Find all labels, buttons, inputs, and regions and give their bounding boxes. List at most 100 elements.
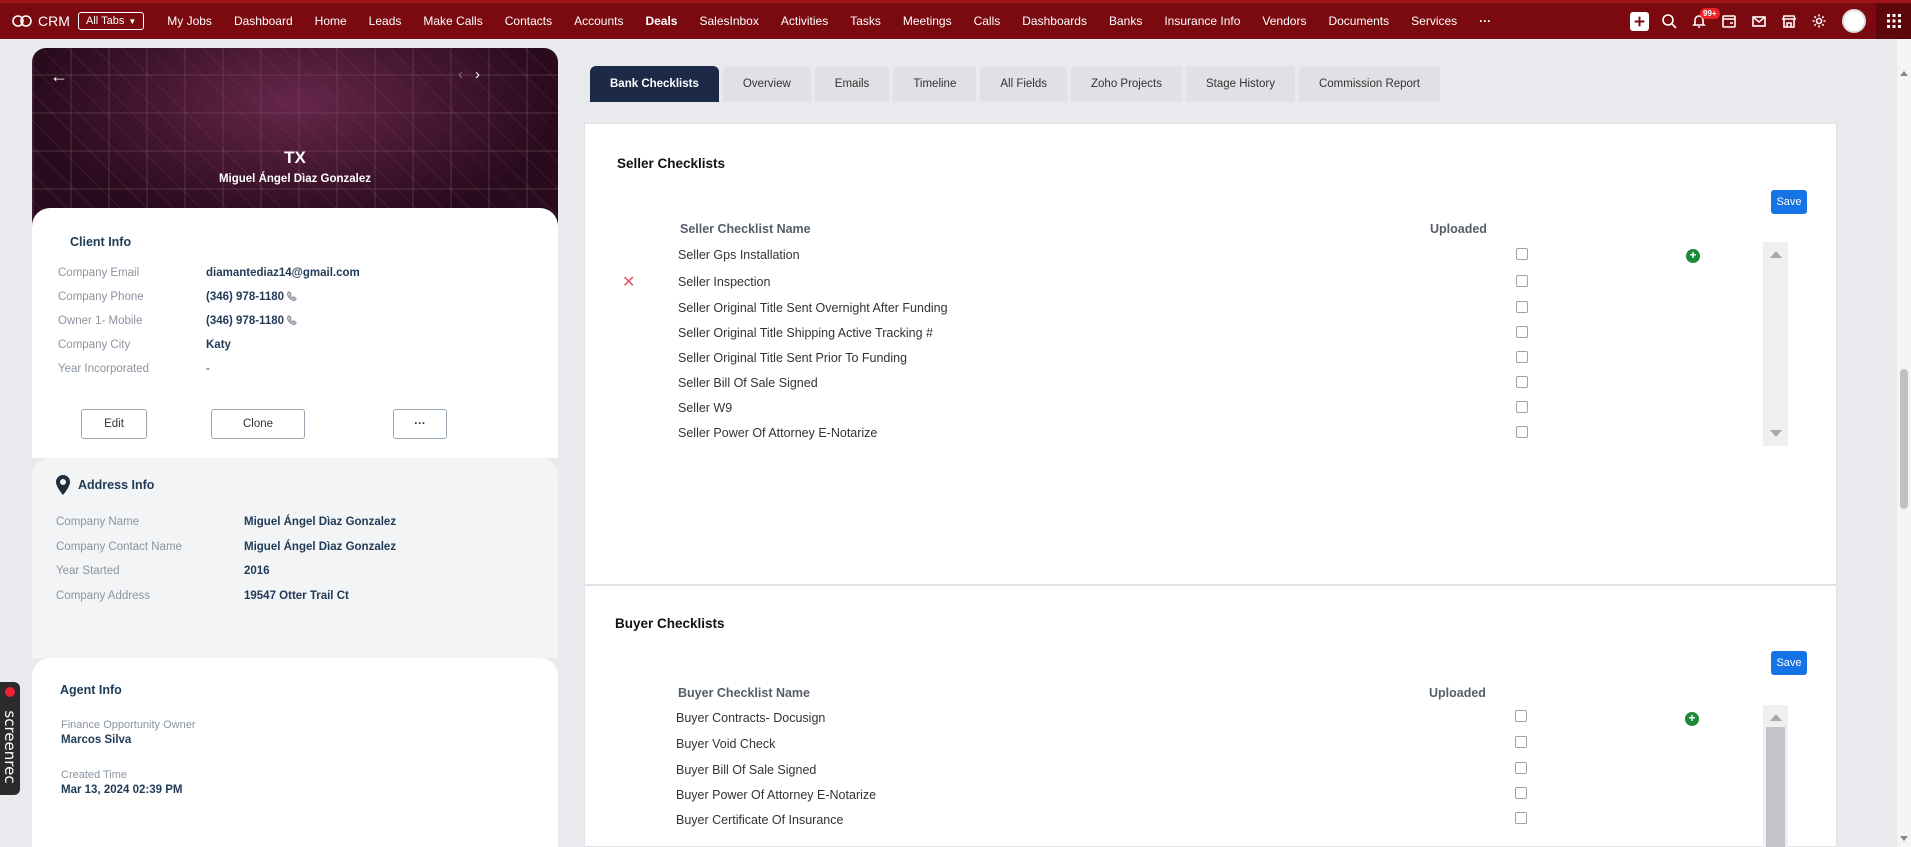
add-row-icon[interactable]: +: [1686, 249, 1700, 263]
crm-logo-icon: [12, 15, 32, 27]
nav-documents[interactable]: Documents: [1317, 3, 1400, 39]
avatar[interactable]: [1842, 9, 1866, 33]
seller-item-uploaded-checkbox[interactable]: [1516, 426, 1528, 438]
nav-salesinbox[interactable]: SalesInbox: [688, 3, 769, 39]
phone-icon[interactable]: [286, 291, 298, 302]
arrow-left-icon[interactable]: ←: [50, 66, 68, 87]
field-label: Company City: [58, 339, 131, 351]
company-email-value[interactable]: diamantediaz14@gmail.com: [206, 267, 360, 279]
nav-contacts[interactable]: Contacts: [494, 3, 563, 39]
chevron-left-icon[interactable]: ‹: [458, 66, 463, 83]
nav-services[interactable]: Services: [1400, 3, 1468, 39]
seller-item-label: Seller Gps Installation: [678, 248, 800, 262]
marketplace-button[interactable]: [1774, 3, 1804, 39]
owner-mobile-value[interactable]: (346) 978-1180: [206, 315, 284, 327]
record-details-panel: ← ‹ › TX Miguel Ángel Dìaz Gonzalez Clie…: [32, 48, 558, 847]
notifications-button[interactable]: 99+: [1684, 3, 1720, 39]
nav-tasks[interactable]: Tasks: [839, 3, 892, 39]
tab-emails[interactable]: Emails: [814, 66, 890, 102]
record-title: TX: [284, 148, 306, 167]
nav-activities[interactable]: Activities: [770, 3, 839, 39]
nav-home[interactable]: Home: [304, 3, 358, 39]
scroll-up-icon[interactable]: [1770, 714, 1782, 721]
mail-button[interactable]: [1744, 3, 1774, 39]
tab-zoho-projects[interactable]: Zoho Projects: [1071, 66, 1182, 102]
tab-commission-report[interactable]: Commission Report: [1298, 66, 1440, 102]
record-navigation: ‹ ›: [458, 66, 480, 83]
seller-item-label: Seller Original Title Sent Prior To Fund…: [678, 351, 908, 365]
nav-leads[interactable]: Leads: [358, 3, 413, 39]
more-actions-button[interactable]: ···: [393, 409, 447, 439]
chevron-right-icon[interactable]: ›: [475, 66, 480, 83]
scroll-down-icon[interactable]: [1900, 836, 1908, 841]
buyer-name-column-header: Buyer Checklist Name: [678, 686, 811, 700]
nav-make-calls[interactable]: Make Calls: [412, 3, 493, 39]
created-time-value: Mar 13, 2024 02:39 PM: [61, 784, 183, 796]
opportunity-owner-value: Marcos Silva: [61, 734, 132, 746]
buyer-item-uploaded-checkbox[interactable]: [1515, 736, 1527, 748]
field-label: Company Contact Name: [56, 541, 182, 553]
field-label: Created Time: [61, 769, 128, 781]
nav-dashboard[interactable]: Dashboard: [223, 3, 304, 39]
module-links: My Jobs Dashboard Home Leads Make Calls …: [156, 3, 1502, 39]
page-scrollbar[interactable]: [1897, 39, 1911, 847]
tab-all-fields[interactable]: All Fields: [980, 66, 1067, 102]
nav-deals[interactable]: Deals: [634, 3, 688, 39]
buyer-list-scrollbar[interactable]: [1763, 705, 1788, 847]
seller-item-uploaded-checkbox[interactable]: [1516, 351, 1528, 363]
tab-timeline[interactable]: Timeline: [893, 66, 977, 102]
seller-item-uploaded-checkbox[interactable]: [1516, 248, 1528, 260]
scroll-up-icon[interactable]: [1900, 71, 1908, 76]
screenrec-widget[interactable]: screenrec: [0, 682, 20, 795]
buyer-save-button[interactable]: Save: [1771, 651, 1807, 675]
company-name-value: Miguel Ángel Dìaz Gonzalez: [244, 516, 397, 528]
nav-accounts[interactable]: Accounts: [563, 3, 634, 39]
buyer-item-uploaded-checkbox[interactable]: [1515, 762, 1527, 774]
nav-dashboards[interactable]: Dashboards: [1011, 3, 1098, 39]
settings-button[interactable]: [1804, 3, 1834, 39]
scroll-down-icon[interactable]: [1770, 430, 1782, 437]
clone-button[interactable]: Clone: [211, 409, 305, 439]
seller-item-uploaded-checkbox[interactable]: [1516, 376, 1528, 388]
seller-list-scrollbar[interactable]: [1763, 242, 1788, 446]
phone-icon[interactable]: [286, 315, 298, 326]
search-button[interactable]: [1654, 3, 1684, 39]
nav-meetings[interactable]: Meetings: [892, 3, 963, 39]
more-modules-icon[interactable]: ···: [1468, 3, 1502, 39]
tab-bank-checklists[interactable]: Bank Checklists: [590, 66, 719, 102]
tab-overview[interactable]: Overview: [722, 66, 811, 102]
year-started-value: 2016: [244, 565, 270, 577]
screenrec-label: screenrec: [1, 710, 19, 784]
tab-stage-history[interactable]: Stage History: [1185, 66, 1295, 102]
nav-banks[interactable]: Banks: [1098, 3, 1153, 39]
company-phone-value[interactable]: (346) 978-1180: [206, 291, 284, 303]
edit-button[interactable]: Edit: [81, 409, 147, 439]
mail-icon: [1752, 16, 1766, 27]
apps-grid-button[interactable]: [1876, 3, 1911, 39]
seller-item-uploaded-checkbox[interactable]: [1516, 301, 1528, 313]
plus-icon: [1629, 11, 1649, 31]
crm-logo[interactable]: CRM: [0, 13, 78, 29]
nav-my-jobs[interactable]: My Jobs: [156, 3, 223, 39]
delete-row-icon[interactable]: ✕: [622, 272, 635, 292]
calendar-button[interactable]: [1714, 3, 1744, 39]
seller-item-uploaded-checkbox[interactable]: [1516, 401, 1528, 413]
nav-insurance-info[interactable]: Insurance Info: [1153, 3, 1251, 39]
buyer-item-uploaded-checkbox[interactable]: [1515, 787, 1527, 799]
scroll-thumb[interactable]: [1766, 727, 1785, 847]
nav-vendors[interactable]: Vendors: [1251, 3, 1317, 39]
seller-item-uploaded-checkbox[interactable]: [1516, 326, 1528, 338]
seller-item-uploaded-checkbox[interactable]: [1516, 275, 1528, 287]
buyer-item-uploaded-checkbox[interactable]: [1515, 812, 1527, 824]
client-info-heading: Client Info: [70, 235, 132, 249]
scroll-thumb[interactable]: [1900, 369, 1908, 509]
caret-down-icon: ▼: [128, 16, 137, 26]
seller-save-button[interactable]: Save: [1771, 190, 1807, 214]
create-button[interactable]: [1624, 3, 1654, 39]
add-row-icon[interactable]: +: [1685, 712, 1699, 726]
scroll-up-icon[interactable]: [1770, 251, 1782, 258]
apps-grid-icon: [1886, 14, 1901, 28]
buyer-item-uploaded-checkbox[interactable]: [1515, 710, 1527, 722]
all-tabs-dropdown[interactable]: All Tabs ▼: [78, 12, 145, 30]
nav-calls[interactable]: Calls: [963, 3, 1012, 39]
